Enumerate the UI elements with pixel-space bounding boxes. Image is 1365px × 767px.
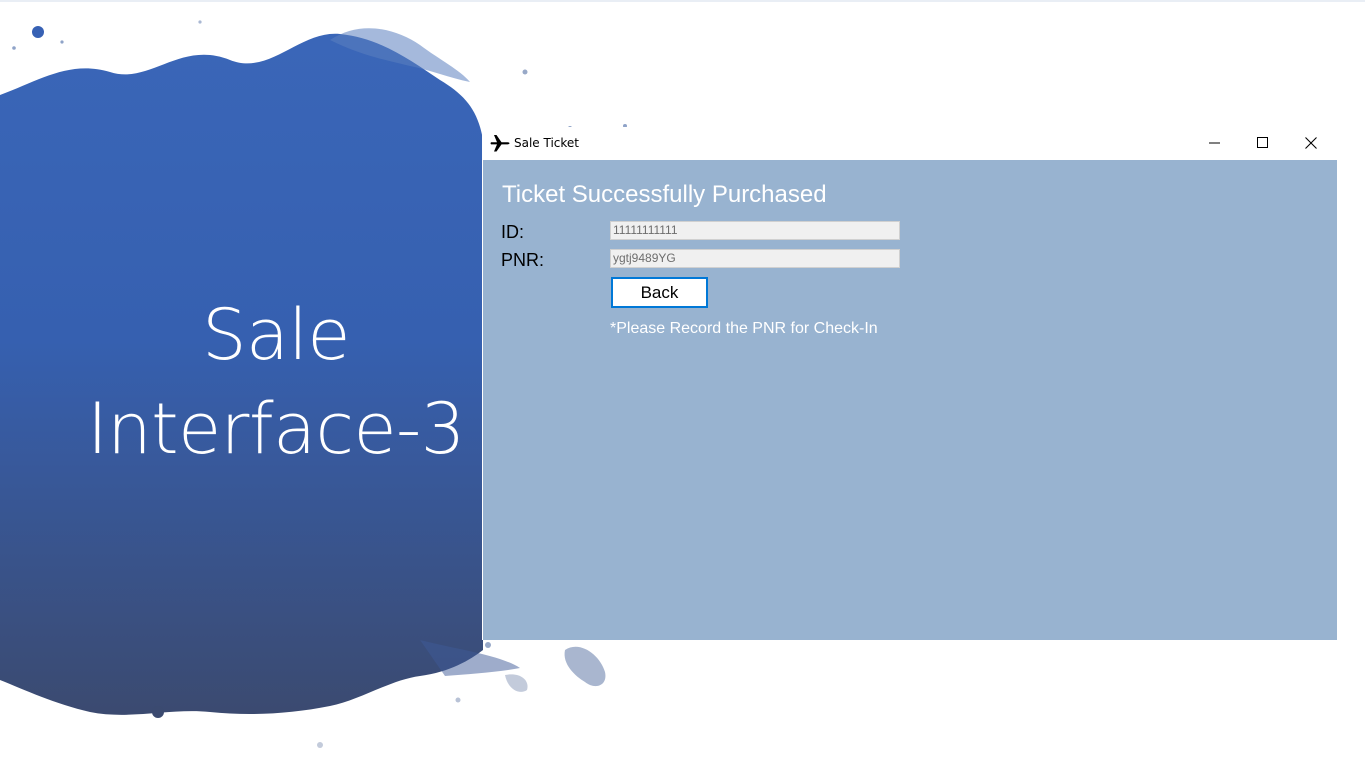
window-client-area: Ticket Successfully Purchased ID: 111111… — [483, 160, 1337, 640]
minimize-button[interactable] — [1192, 127, 1238, 159]
slide-title: Sale Interface-3 — [60, 288, 492, 476]
close-icon — [1305, 137, 1317, 149]
minimize-icon — [1209, 142, 1220, 144]
back-button[interactable]: Back — [611, 277, 708, 308]
pnr-note: *Please Record the PNR for Check-In — [610, 320, 878, 337]
window-title: Sale Ticket — [514, 136, 580, 150]
success-heading: Ticket Successfully Purchased — [502, 181, 827, 208]
id-field[interactable]: 11111111111 — [610, 221, 900, 240]
id-label: ID: — [501, 222, 525, 242]
sale-ticket-window: Sale Ticket Ticket Successfully Purchase… — [482, 127, 1337, 640]
maximize-button[interactable] — [1240, 127, 1286, 159]
airplane-icon — [490, 135, 510, 152]
pnr-field[interactable]: ygtj9489YG — [610, 249, 900, 268]
slide-title-line2: Interface-3 — [87, 388, 465, 470]
window-titlebar[interactable]: Sale Ticket — [482, 127, 1337, 160]
slide-title-line1: Sale — [202, 294, 350, 376]
pnr-label: PNR: — [501, 250, 545, 270]
maximize-icon — [1257, 137, 1268, 148]
close-button[interactable] — [1288, 127, 1334, 159]
